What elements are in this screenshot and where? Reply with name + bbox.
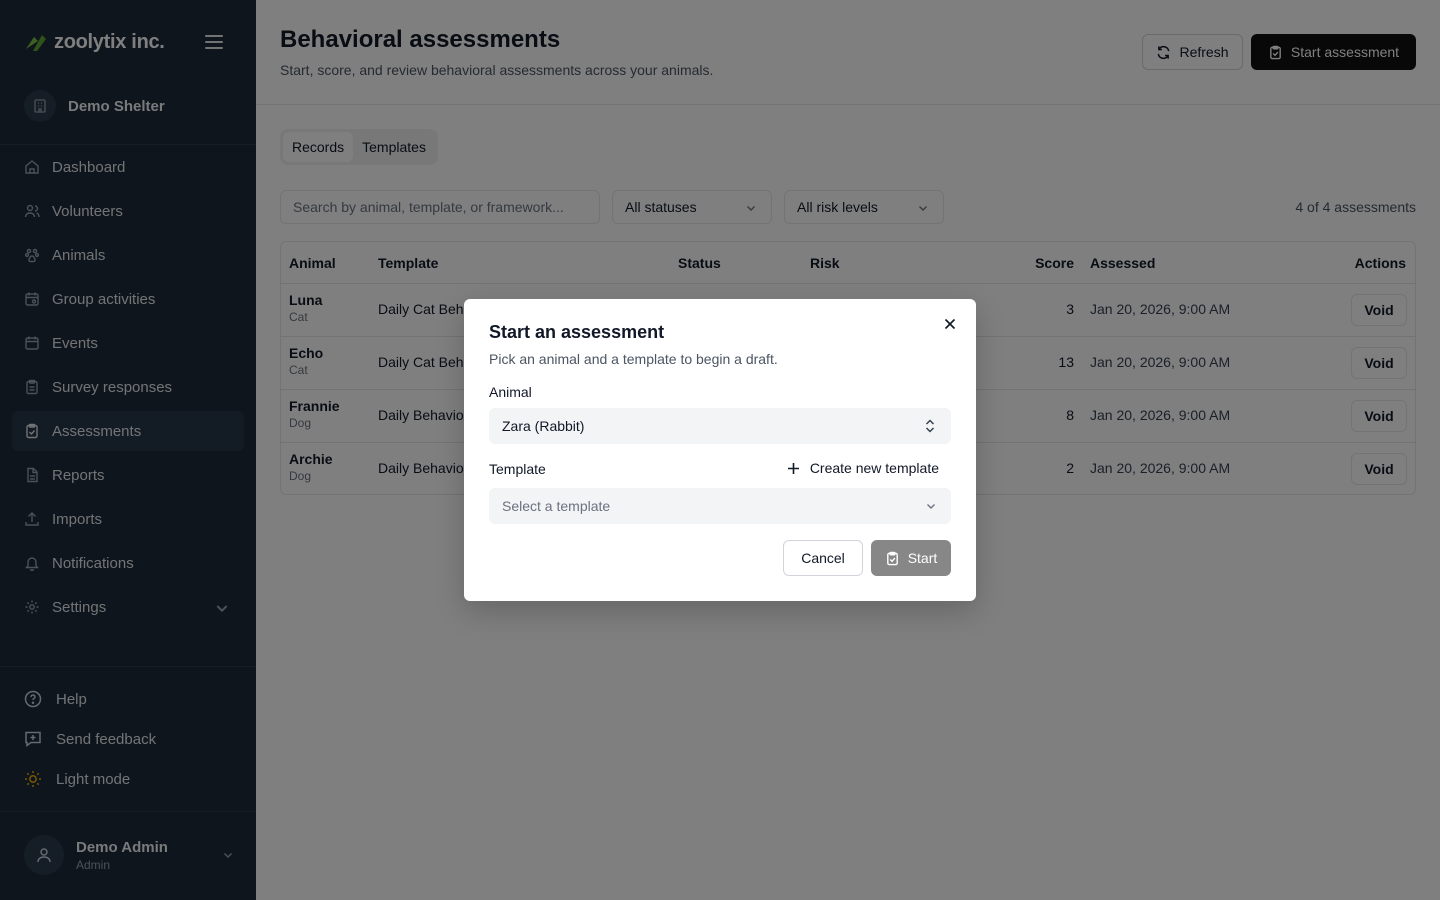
template-select[interactable]: Select a template bbox=[489, 488, 951, 524]
chevrons-up-down-icon bbox=[925, 419, 935, 433]
close-icon[interactable] bbox=[942, 316, 958, 332]
animal-label: Animal bbox=[489, 384, 532, 400]
template-select-placeholder: Select a template bbox=[502, 498, 611, 514]
create-new-template-label: Create new template bbox=[809, 460, 939, 476]
start-button[interactable]: Start bbox=[871, 540, 951, 576]
dialog-description: Pick an animal and a template to begin a… bbox=[489, 351, 778, 367]
animal-select-value: Zara (Rabbit) bbox=[502, 418, 585, 434]
dialog-title: Start an assessment bbox=[489, 322, 665, 342]
template-label: Template bbox=[489, 461, 546, 477]
create-new-template-button[interactable]: Create new template bbox=[787, 460, 939, 476]
cancel-button[interactable]: Cancel bbox=[783, 540, 863, 576]
clipboard-check-icon bbox=[886, 551, 898, 565]
start-label: Start bbox=[907, 550, 938, 566]
animal-select[interactable]: Zara (Rabbit) bbox=[489, 408, 951, 444]
start-assessment-dialog: Start an assessment Pick an animal and a… bbox=[464, 299, 976, 601]
chevron-down-icon bbox=[927, 504, 935, 509]
plus-icon bbox=[787, 462, 799, 474]
